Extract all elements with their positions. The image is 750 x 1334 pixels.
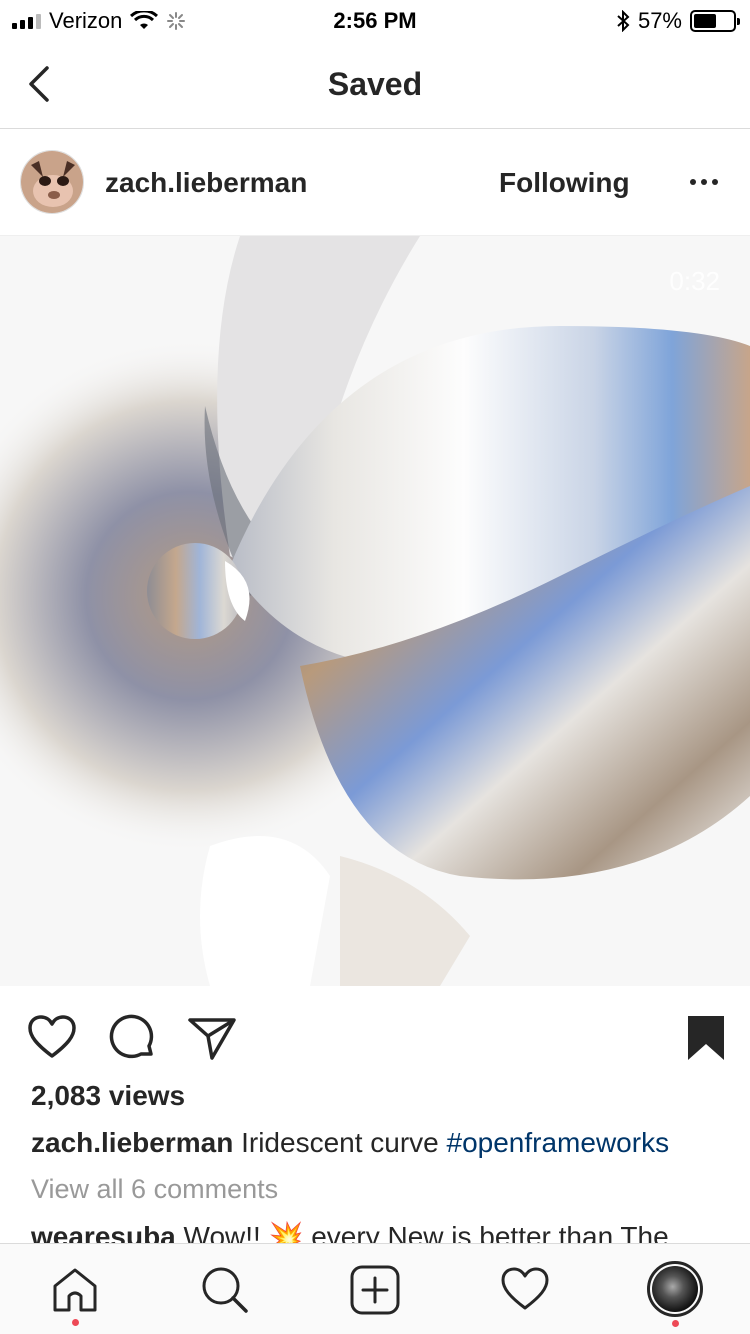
ellipsis-icon[interactable] — [690, 173, 722, 191]
caption-username[interactable]: zach.lieberman — [31, 1127, 233, 1158]
home-icon[interactable] — [49, 1264, 101, 1316]
comment-text: Wow!! 💥 every New is better than The — [183, 1221, 669, 1243]
post-video[interactable]: 0:32 — [0, 236, 750, 986]
bookmark-filled-icon[interactable] — [680, 1012, 732, 1064]
view-all-comments-link[interactable]: View all 6 comments — [31, 1174, 278, 1205]
post-username[interactable]: zach.lieberman — [105, 167, 307, 199]
paper-plane-icon[interactable] — [186, 1012, 238, 1064]
post-header: zach.lieberman Following — [0, 129, 750, 236]
battery-percent: 57% — [637, 8, 682, 33]
tab-bar — [0, 1243, 750, 1334]
video-duration: 0:32 — [669, 266, 720, 296]
page-title: Saved — [327, 66, 423, 102]
profile-avatar[interactable] — [647, 1261, 703, 1317]
comment-preview: wearesuba Wow!! 💥 every New is better th… — [0, 1215, 750, 1243]
comment-row: wearesuba Wow!! 💥 every New is better th… — [31, 1220, 669, 1243]
home-notification-dot — [72, 1319, 79, 1326]
search-icon[interactable] — [199, 1264, 251, 1316]
battery-icon — [690, 10, 740, 32]
following-button[interactable]: Following — [499, 167, 630, 199]
activity-heart-icon[interactable] — [499, 1264, 551, 1316]
avatar[interactable] — [20, 150, 84, 214]
caption-text: Iridescent curve — [241, 1127, 439, 1158]
status-bar: Verizon 2:56 PM 57% — [0, 0, 750, 40]
comment-icon[interactable] — [106, 1012, 158, 1064]
status-right: 57% — [616, 8, 740, 34]
view-count: 2,083 views — [31, 1080, 186, 1111]
video-frame — [0, 236, 750, 986]
bluetooth-icon — [617, 10, 630, 32]
battery-level — [694, 14, 716, 28]
add-icon[interactable] — [349, 1264, 401, 1316]
post-actions — [0, 1000, 750, 1070]
navigation-bar: Saved — [0, 40, 750, 129]
heart-icon[interactable] — [26, 1012, 78, 1064]
comment-username[interactable]: wearesuba — [31, 1221, 176, 1243]
post-caption: zach.lieberman Iridescent curve #openfra… — [31, 1127, 669, 1159]
caption-hashtag[interactable]: #openframeworks — [447, 1127, 670, 1158]
profile-notification-dot — [672, 1320, 679, 1327]
